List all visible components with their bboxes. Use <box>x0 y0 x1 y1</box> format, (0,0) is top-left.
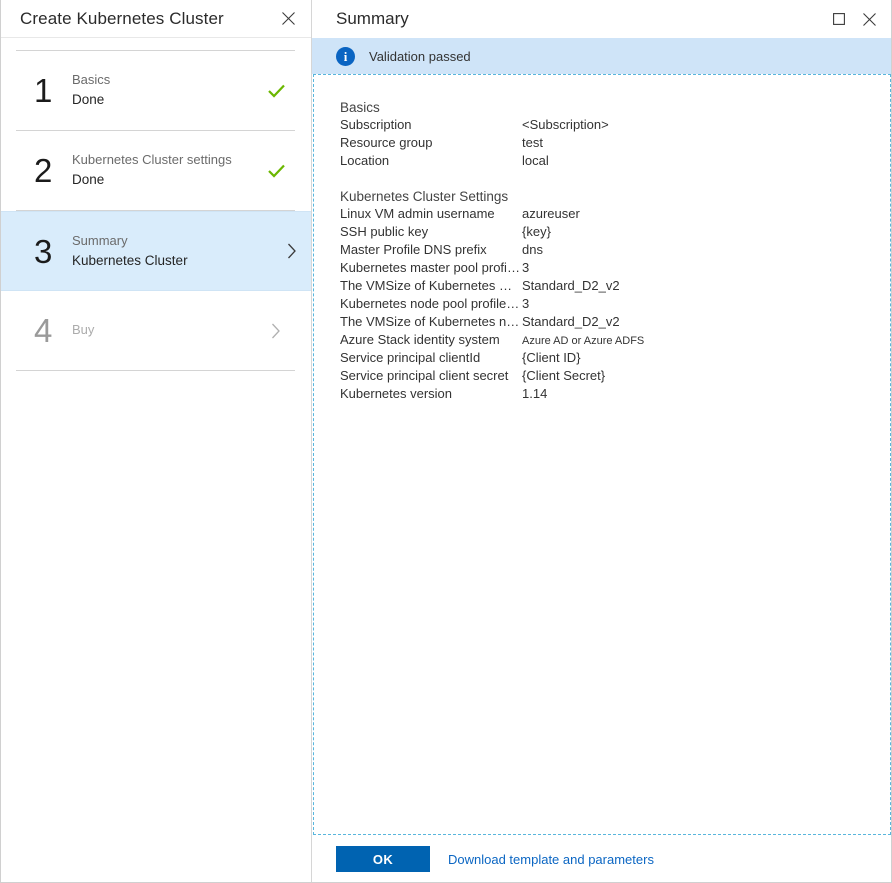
chevron-right-icon <box>287 243 297 259</box>
row-value: azureuser <box>522 206 580 221</box>
summary-title: Summary <box>336 9 824 29</box>
row-key: Azure Stack identity system <box>340 332 522 347</box>
row-value: Azure AD or Azure ADFS <box>522 335 644 347</box>
check-icon <box>268 164 285 178</box>
ok-button[interactable]: OK <box>336 846 430 872</box>
wizard-steps-list: 1 Basics Done 2 <box>0 38 311 883</box>
summary-blade: Summary i Validation passed Basics <box>312 0 892 883</box>
row-key: Kubernetes version <box>340 386 522 401</box>
step-status <box>257 323 295 339</box>
step-sublabel: Kubernetes Cluster <box>72 251 273 271</box>
step-sublabel: Done <box>72 170 257 190</box>
step-number: 3 <box>34 235 68 268</box>
row-key: SSH public key <box>340 224 522 239</box>
page-title: Create Kubernetes Cluster <box>20 9 275 29</box>
step-label: Kubernetes Cluster settings <box>72 151 257 170</box>
row-value: {Client Secret} <box>522 368 605 383</box>
section-title: Kubernetes Cluster Settings <box>340 189 890 206</box>
summary-row: Master Profile DNS prefix dns <box>340 242 890 260</box>
row-value: Standard_D2_v2 <box>522 314 620 329</box>
row-value: Standard_D2_v2 <box>522 278 620 293</box>
summary-blade-header: Summary <box>312 0 892 38</box>
section-title: Basics <box>340 100 890 117</box>
wizard-steps-blade: Create Kubernetes Cluster 1 Basics Done <box>0 0 312 883</box>
wizard-step-kubernetes-cluster-settings[interactable]: 2 Kubernetes Cluster settings Done <box>16 131 295 211</box>
summary-row: Azure Stack identity system Azure AD or … <box>340 332 890 350</box>
step-text: Summary Kubernetes Cluster <box>68 232 273 270</box>
step-text: Kubernetes Cluster settings Done <box>68 151 257 189</box>
step-status <box>273 243 311 259</box>
row-value: local <box>522 153 549 168</box>
summary-content: Basics Subscription <Subscription> Resou… <box>313 74 891 835</box>
step-number: 1 <box>34 74 68 107</box>
summary-row: Kubernetes master pool profile count 3 <box>340 260 890 278</box>
summary-row: Service principal client secret {Client … <box>340 368 890 386</box>
row-value: test <box>522 135 543 150</box>
summary-row: Service principal clientId {Client ID} <box>340 350 890 368</box>
validation-banner: i Validation passed <box>312 38 892 74</box>
summary-section-basics: Basics Subscription <Subscription> Resou… <box>340 100 890 171</box>
row-key: Resource group <box>340 135 522 150</box>
step-number: 2 <box>34 154 68 187</box>
close-icon[interactable] <box>854 5 884 33</box>
summary-row: Resource group test <box>340 135 890 153</box>
left-blade-header: Create Kubernetes Cluster <box>0 0 311 38</box>
row-key: Linux VM admin username <box>340 206 522 221</box>
row-key: Kubernetes node pool profile count <box>340 296 522 311</box>
summary-row: Linux VM admin username azureuser <box>340 206 890 224</box>
step-text: Buy <box>68 321 257 340</box>
chevron-right-icon <box>271 323 281 339</box>
row-key: Location <box>340 153 522 168</box>
row-value: {key} <box>522 224 551 239</box>
summary-row: The VMSize of Kubernetes master pool Sta… <box>340 278 890 296</box>
summary-row: Subscription <Subscription> <box>340 117 890 135</box>
row-key: Master Profile DNS prefix <box>340 242 522 257</box>
summary-row: Kubernetes version 1.14 <box>340 386 890 404</box>
row-key: Kubernetes master pool profile count <box>340 260 522 275</box>
step-text: Basics Done <box>68 71 257 109</box>
create-kubernetes-cluster-wizard: Create Kubernetes Cluster 1 Basics Done <box>0 0 892 883</box>
row-value: 3 <box>522 260 529 275</box>
step-status <box>257 84 295 98</box>
check-icon <box>268 84 285 98</box>
row-key: Subscription <box>340 117 522 132</box>
close-icon[interactable] <box>275 6 301 32</box>
maximize-icon[interactable] <box>824 5 854 33</box>
row-key: The VMSize of Kubernetes node pool <box>340 314 522 329</box>
row-value: <Subscription> <box>522 117 609 132</box>
step-number: 4 <box>34 314 68 347</box>
row-value: 3 <box>522 296 529 311</box>
validation-message: Validation passed <box>355 49 471 64</box>
summary-footer: OK Download template and parameters <box>312 835 892 883</box>
row-value: 1.14 <box>522 386 547 401</box>
step-label: Buy <box>72 321 257 340</box>
info-icon: i <box>336 47 355 66</box>
step-status <box>257 164 295 178</box>
summary-row: Kubernetes node pool profile count 3 <box>340 296 890 314</box>
summary-row: Location local <box>340 153 890 171</box>
row-value: {Client ID} <box>522 350 581 365</box>
summary-row: The VMSize of Kubernetes node pool Stand… <box>340 314 890 332</box>
summary-row: SSH public key {key} <box>340 224 890 242</box>
download-template-link[interactable]: Download template and parameters <box>430 852 654 867</box>
summary-section-kubernetes-cluster-settings: Kubernetes Cluster Settings Linux VM adm… <box>340 189 890 404</box>
step-label: Summary <box>72 232 273 251</box>
step-sublabel: Done <box>72 90 257 110</box>
row-key: The VMSize of Kubernetes master pool <box>340 278 522 293</box>
wizard-step-basics[interactable]: 1 Basics Done <box>16 51 295 131</box>
row-key: Service principal clientId <box>340 350 522 365</box>
wizard-step-summary[interactable]: 3 Summary Kubernetes Cluster <box>0 211 311 291</box>
row-key: Service principal client secret <box>340 368 522 383</box>
row-value: dns <box>522 242 543 257</box>
wizard-step-buy: 4 Buy <box>16 291 295 371</box>
step-label: Basics <box>72 71 257 90</box>
